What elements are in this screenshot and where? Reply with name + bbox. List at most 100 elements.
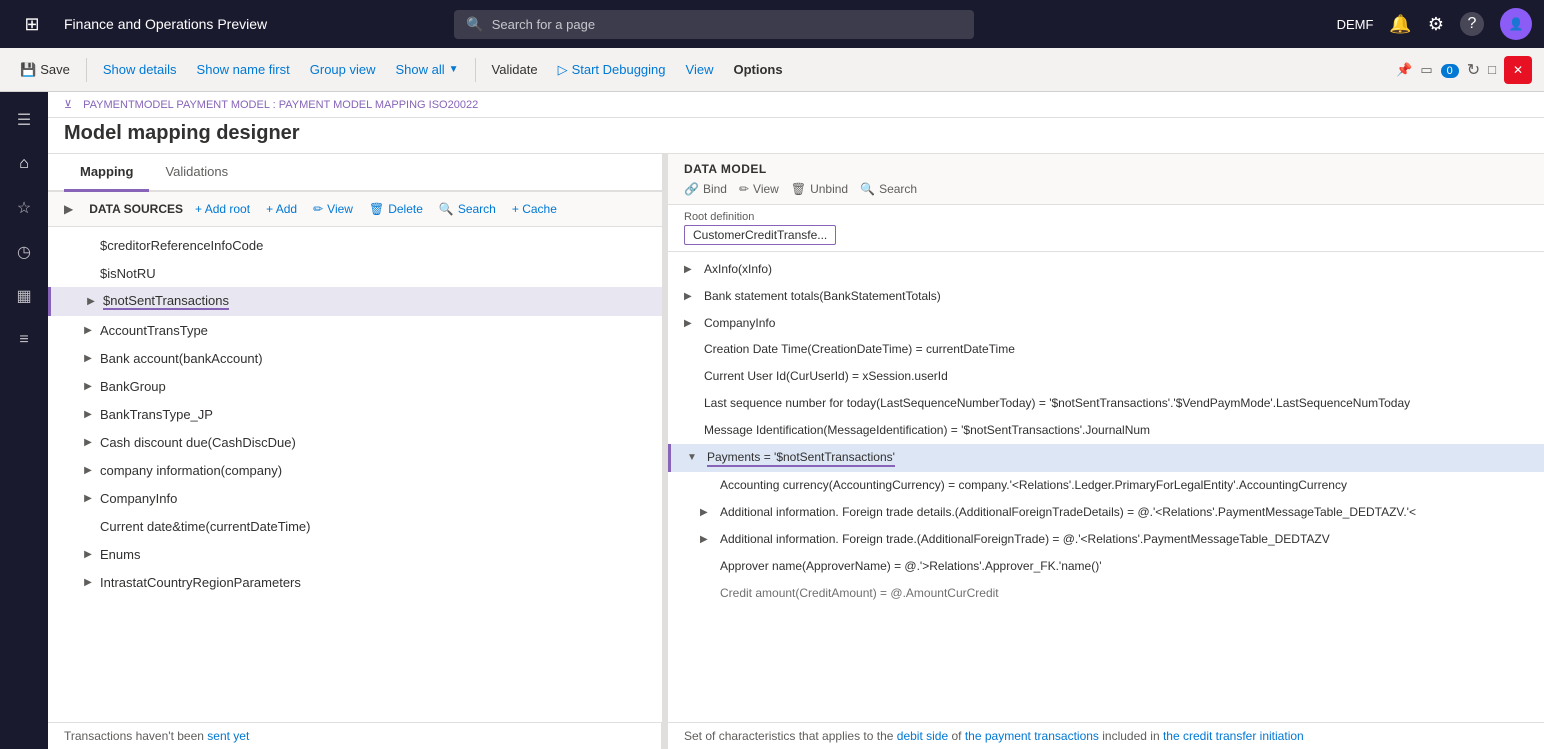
expand-icon: ▶ — [80, 546, 96, 562]
tree-item[interactable]: ▶ BankTransType_JP — [48, 400, 662, 428]
add-button[interactable]: + Add — [262, 200, 301, 218]
bottom-text-highlight-2: the payment transactions — [965, 729, 1099, 743]
save-icon: 💾 — [20, 62, 36, 78]
expand-icon: ▶ — [80, 350, 96, 366]
expand-icon: ▶ — [83, 294, 99, 310]
start-debugging-button[interactable]: ▷ Start Debugging — [550, 58, 674, 82]
search-dm-button[interactable]: 🔍 Search — [860, 182, 917, 196]
group-view-button[interactable]: Group view — [302, 58, 384, 81]
dm-item-selected[interactable]: ▼ Payments = '$notSentTransactions' — [668, 444, 1544, 473]
dm-item[interactable]: Message Identification(MessageIdentifica… — [668, 417, 1544, 444]
notification-count-icon[interactable]: 0 — [1441, 64, 1459, 78]
bind-button[interactable]: 🔗 Bind — [684, 182, 727, 196]
show-all-button[interactable]: Show all ▼ — [388, 58, 467, 81]
expand-icon: ▶ — [80, 406, 96, 422]
breadcrumb: ⊻ PAYMENTMODEL PAYMENT MODEL : PAYMENT M… — [48, 92, 1544, 118]
expand-icon[interactable]: ▶ — [64, 202, 73, 216]
username: DEMF — [1337, 17, 1374, 32]
tree-item[interactable]: ▶ Enums — [48, 540, 662, 568]
sidebar-item-favorites[interactable]: ☆ — [4, 188, 44, 228]
top-nav-right: DEMF 🔔 ⚙ ? 👤 — [1337, 8, 1532, 40]
tree-item[interactable]: ▶ IntrastatCountryRegionParameters — [48, 568, 662, 596]
sidebar-item-workspaces[interactable]: ▦ — [4, 276, 44, 316]
right-panel: DATA MODEL 🔗 Bind ✏ View 🗑 Unbind — [668, 154, 1544, 749]
avatar-image: 👤 — [1509, 17, 1524, 31]
tree-item[interactable]: ▶ Cash discount due(CashDiscDue) — [48, 428, 662, 456]
expand-icon: ▶ — [80, 490, 96, 506]
unbind-button[interactable]: 🗑 Unbind — [791, 182, 848, 196]
validate-button[interactable]: Validate — [484, 58, 546, 81]
dm-item[interactable]: ▶ AxInfo(xInfo) — [668, 256, 1544, 283]
grid-icon[interactable]: ⊞ — [12, 4, 52, 44]
view-ds-button[interactable]: ✏ View — [309, 200, 357, 218]
dm-item[interactable]: Current User Id(CurUserId) = xSession.us… — [668, 363, 1544, 390]
maximize-icon[interactable]: □ — [1488, 62, 1496, 77]
tab-validations[interactable]: Validations — [149, 154, 244, 192]
filter-icon[interactable]: ⊻ — [64, 99, 72, 111]
content-area: ⊻ PAYMENTMODEL PAYMENT MODEL : PAYMENT M… — [48, 92, 1544, 749]
add-root-button[interactable]: + Add root — [191, 200, 254, 218]
avatar[interactable]: 👤 — [1500, 8, 1532, 40]
tree-item[interactable]: ▶ CompanyInfo — [48, 484, 662, 512]
save-button[interactable]: 💾 Save — [12, 58, 78, 82]
chevron-down-icon: ▼ — [449, 64, 459, 75]
tab-mapping[interactable]: Mapping — [64, 154, 149, 192]
tree-item[interactable]: Current date&time(currentDateTime) — [48, 512, 662, 540]
tree-item[interactable]: ▶ Bank account(bankAccount) — [48, 344, 662, 372]
dm-item[interactable]: ▶ Bank statement totals(BankStatementTot… — [668, 283, 1544, 310]
dm-item[interactable]: Creation Date Time(CreationDateTime) = c… — [668, 336, 1544, 363]
tree-item-selected[interactable]: ▶ $notSentTransactions — [48, 287, 662, 316]
show-details-button[interactable]: Show details — [95, 58, 185, 81]
sidebar-item-modules[interactable]: ≡ — [4, 320, 44, 360]
dm-item[interactable]: ▶ CompanyInfo — [668, 310, 1544, 337]
refresh-icon[interactable]: ↻ — [1467, 60, 1480, 80]
options-button[interactable]: Options — [725, 58, 790, 81]
search-ds-button[interactable]: 🔍 Search — [435, 200, 500, 218]
show-name-first-button[interactable]: Show name first — [189, 58, 298, 81]
tree-item[interactable]: $creditorReferenceInfoCode — [48, 231, 662, 259]
bottom-bar-right: Set of characteristics that applies to t… — [668, 722, 1544, 749]
bell-icon[interactable]: 🔔 — [1389, 14, 1411, 34]
debug-icon: ▷ — [558, 62, 568, 78]
panel-icon[interactable]: ▭ — [1420, 62, 1432, 78]
tree-item[interactable]: $isNotRU — [48, 259, 662, 287]
close-button[interactable]: ✕ — [1504, 56, 1532, 84]
root-definition-label: Root definition — [684, 211, 1528, 223]
spacer-icon — [700, 585, 714, 587]
left-panel: Mapping Validations ▶ DATA SOURCES + Add… — [48, 154, 663, 749]
top-nav: ⊞ Finance and Operations Preview 🔍 Searc… — [0, 0, 1544, 48]
toolbar-separator-1 — [86, 58, 87, 82]
delete-button[interactable]: 🗑 Delete — [365, 200, 427, 218]
help-icon[interactable]: ? — [1460, 12, 1484, 36]
dm-item[interactable]: ▶ Additional information. Foreign trade … — [668, 499, 1544, 526]
tree-list[interactable]: $creditorReferenceInfoCode $isNotRU ▶ $n… — [48, 227, 662, 722]
expand-icon: ▶ — [684, 315, 698, 331]
pin-icon[interactable]: 📌 — [1396, 62, 1412, 78]
view-dm-button[interactable]: ✏ View — [739, 182, 779, 196]
dm-tree[interactable]: ▶ AxInfo(xInfo) ▶ Bank statement totals(… — [668, 252, 1544, 722]
dm-item[interactable]: Accounting currency(AccountingCurrency) … — [668, 472, 1544, 499]
dm-item[interactable]: Approver name(ApproverName) = @.'>Relati… — [668, 553, 1544, 580]
view-button[interactable]: View — [678, 58, 722, 81]
gear-icon[interactable]: ⚙ — [1428, 14, 1444, 35]
bottom-text-highlight-3: the credit transfer initiation — [1163, 729, 1304, 743]
sidebar-item-home[interactable]: ⌂ — [4, 144, 44, 184]
spacer-icon — [80, 265, 96, 281]
spacer-icon — [700, 558, 714, 560]
cache-button[interactable]: + Cache — [508, 200, 561, 218]
app-title: Finance and Operations Preview — [64, 16, 267, 32]
expand-icon: ▶ — [684, 261, 698, 277]
sidebar-item-recent[interactable]: ◷ — [4, 232, 44, 272]
dm-item[interactable]: Credit amount(CreditAmount) = @.AmountCu… — [668, 580, 1544, 607]
expand-icon: ▶ — [80, 574, 96, 590]
sidebar-item-menu[interactable]: ☰ — [4, 100, 44, 140]
tree-item[interactable]: ▶ company information(company) — [48, 456, 662, 484]
pencil-icon: ✏ — [313, 202, 323, 216]
dm-item[interactable]: Last sequence number for today(LastSeque… — [668, 390, 1544, 417]
spacer-icon — [80, 518, 96, 534]
tree-item[interactable]: ▶ BankGroup — [48, 372, 662, 400]
search-bar[interactable]: 🔍 Search for a page — [454, 10, 974, 39]
tree-item[interactable]: ▶ AccountTransType — [48, 316, 662, 344]
dm-item[interactable]: ▶ Additional information. Foreign trade.… — [668, 526, 1544, 553]
tab-bar: Mapping Validations — [48, 154, 662, 192]
